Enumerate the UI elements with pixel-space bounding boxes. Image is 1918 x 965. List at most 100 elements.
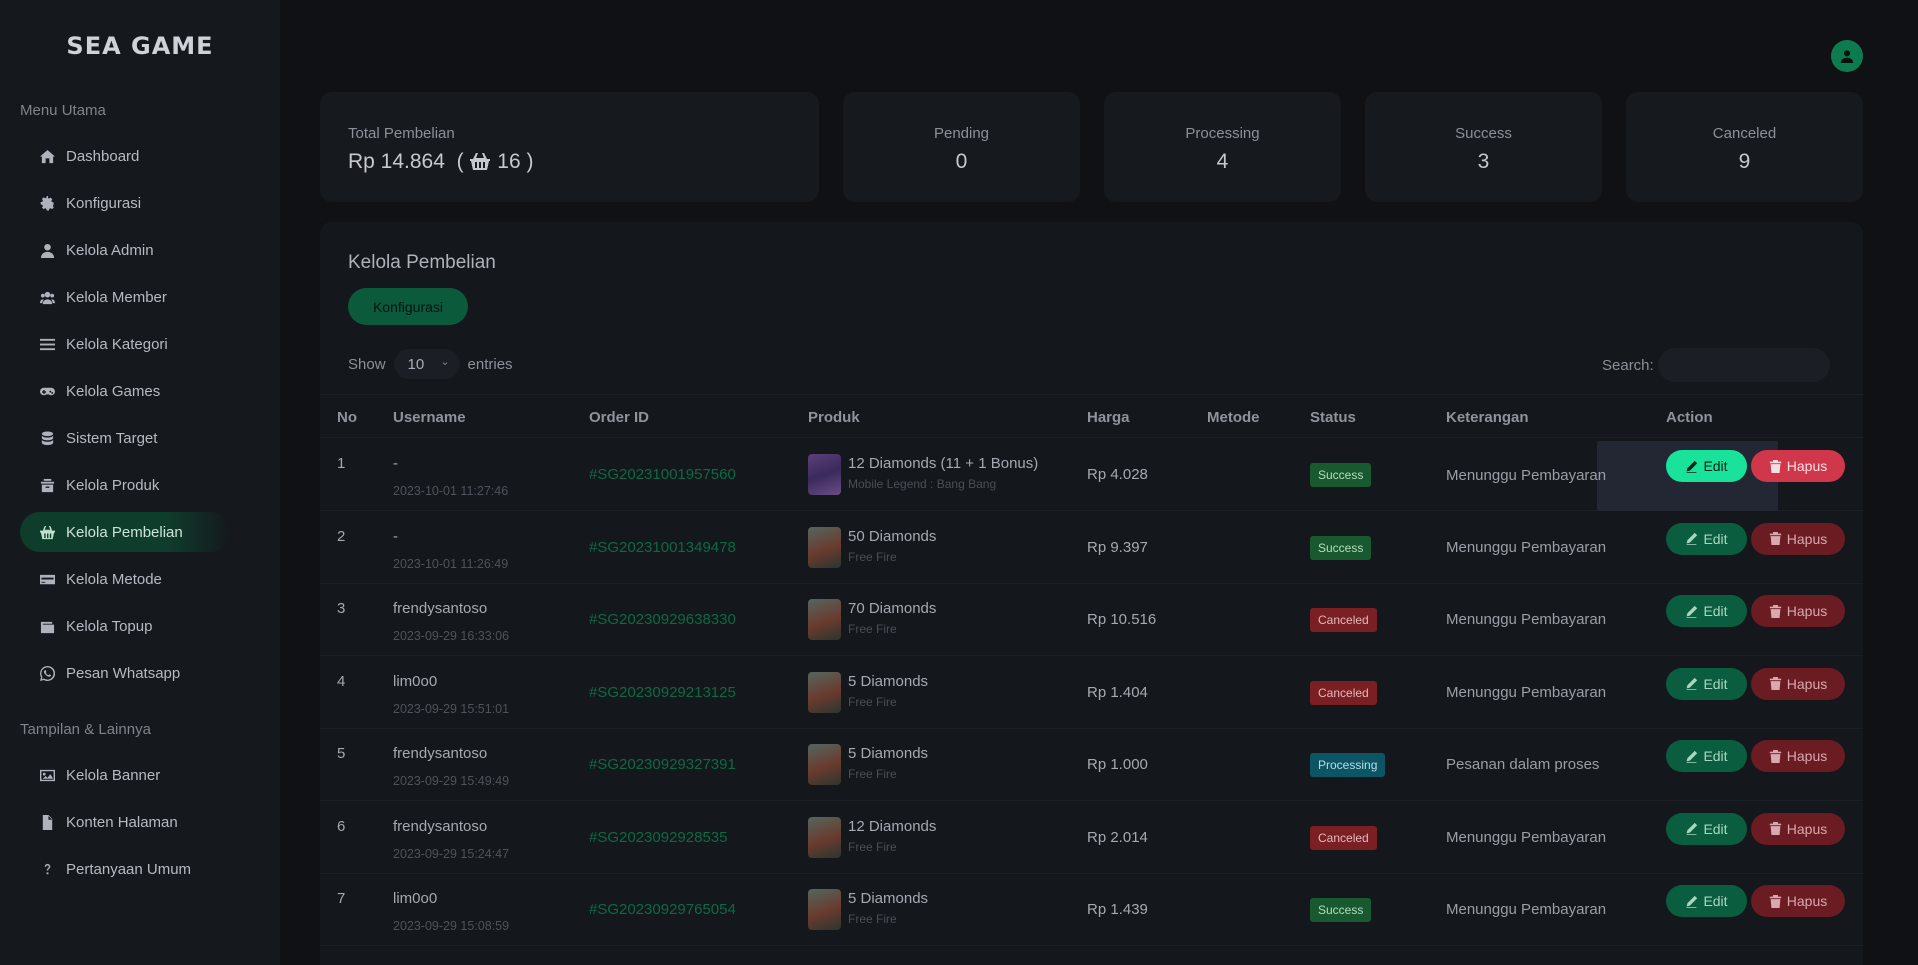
- price: Rp 4.028: [1087, 466, 1148, 483]
- sidebar-item-kelola-kategori[interactable]: Kelola Kategori: [20, 324, 230, 364]
- order-id-link[interactable]: #SG20231001349478: [589, 539, 736, 556]
- search-input[interactable]: [1657, 348, 1830, 382]
- delete-button[interactable]: Hapus: [1751, 450, 1845, 482]
- delete-label: Hapus: [1786, 458, 1828, 474]
- edit-button[interactable]: Edit: [1666, 740, 1747, 772]
- sidebar-item-pesan-whatsapp[interactable]: Pesan Whatsapp: [20, 653, 230, 693]
- delete-button[interactable]: Hapus: [1751, 522, 1845, 555]
- order-id-link[interactable]: #SG20230929765054: [589, 901, 736, 918]
- sidebar-item-kelola-member[interactable]: Kelola Member: [20, 277, 230, 317]
- order-note: Pesanan dalam proses: [1446, 756, 1600, 773]
- order-id-link[interactable]: #SG20230929638330: [589, 611, 736, 628]
- users-icon: [38, 289, 56, 305]
- delete-button[interactable]: Hapus: [1751, 595, 1845, 627]
- config-button[interactable]: Konfigurasi: [348, 288, 468, 325]
- sidebar-item-label: Pesan Whatsapp: [66, 664, 181, 682]
- column-header-order-id[interactable]: Order ID: [589, 409, 649, 426]
- order-note: Menunggu Pembayaran: [1446, 611, 1607, 628]
- table-header: No Username Order ID Produk Harga Metode…: [320, 394, 1863, 438]
- table-row: 5 frendysantoso 2023-09-29 15:49:49 #SG2023…: [320, 729, 1863, 801]
- edit-label: Edit: [1703, 748, 1728, 764]
- price: Rp 10.516: [1087, 611, 1157, 628]
- sidebar-item-label: Kelola Metode: [66, 570, 162, 588]
- sidebar-item-label: Konfigurasi: [66, 194, 142, 212]
- delete-button[interactable]: Hapus: [1751, 740, 1845, 772]
- order-date: 2023-10-01 11:27:46: [393, 484, 509, 498]
- trash-icon: [1769, 822, 1781, 835]
- column-header-method[interactable]: Metode: [1207, 409, 1260, 426]
- gamepad-icon: [38, 383, 56, 399]
- column-header-status[interactable]: Status: [1310, 409, 1356, 426]
- home-icon: [38, 148, 56, 164]
- product-category: Free Fire: [848, 549, 897, 564]
- edit-button[interactable]: Edit: [1666, 595, 1747, 627]
- order-id-link[interactable]: #SG20231001957560: [589, 466, 736, 483]
- sidebar-item-pertanyaan-umum[interactable]: Pertanyaan Umum: [20, 849, 230, 889]
- order-id-link[interactable]: #SG20230929213125: [589, 684, 736, 701]
- username: frendysantoso: [393, 817, 488, 835]
- sidebar-item-label: Konten Halaman: [66, 813, 178, 831]
- column-header-username[interactable]: Username: [393, 409, 466, 426]
- edit-button[interactable]: Edit: [1666, 450, 1747, 482]
- product-thumbnail: [808, 454, 841, 495]
- user-avatar-button[interactable]: [1831, 40, 1863, 72]
- gear-icon: [38, 195, 56, 211]
- edit-label: Edit: [1703, 893, 1728, 909]
- entries-select-value: 10: [407, 355, 425, 373]
- user-icon: [38, 242, 56, 258]
- edit-button[interactable]: Edit: [1666, 667, 1747, 700]
- username: frendysantoso: [393, 745, 488, 762]
- product-name: 5 Diamonds: [848, 745, 929, 762]
- sidebar-item-kelola-admin[interactable]: Kelola Admin: [20, 230, 230, 270]
- delete-button[interactable]: Hapus: [1751, 667, 1845, 700]
- table-search: Search:: [1602, 348, 1830, 382]
- chevron-down-icon: ⌄: [440, 356, 450, 368]
- sidebar-item-konfigurasi[interactable]: Konfigurasi: [20, 183, 230, 223]
- stat-label: Success: [1455, 125, 1512, 142]
- total-amount: Rp 14.864: [348, 150, 445, 173]
- delete-button[interactable]: Hapus: [1751, 812, 1845, 845]
- status-badge: Canceled: [1310, 680, 1377, 705]
- edit-button[interactable]: Edit: [1666, 522, 1747, 555]
- sidebar-item-label: Kelola Admin: [66, 241, 154, 259]
- order-date: 2023-09-29 15:51:01: [393, 701, 510, 716]
- stat-card-pending: Pending 0: [843, 92, 1080, 202]
- sidebar-item-kelola-games[interactable]: Kelola Games: [20, 371, 230, 411]
- sidebar-item-label: Kelola Topup: [66, 617, 153, 635]
- sidebar-item-kelola-metode[interactable]: Kelola Metode: [20, 559, 230, 599]
- order-note: Menunggu Pembayaran: [1446, 901, 1607, 918]
- order-id-link[interactable]: #SG2023092928535: [589, 829, 727, 846]
- open-paren: (: [450, 150, 464, 173]
- delete-label: Hapus: [1786, 603, 1828, 619]
- product-name: 5 Diamonds: [848, 672, 929, 690]
- sidebar-item-konten-halaman[interactable]: Konten Halaman: [20, 802, 230, 842]
- sidebar-item-kelola-banner[interactable]: Kelola Banner: [20, 755, 230, 795]
- column-header-no[interactable]: No: [337, 409, 357, 426]
- sidebar-item-dashboard[interactable]: Dashboard: [20, 136, 230, 176]
- row-number: 7: [337, 890, 346, 907]
- product-category: Free Fire: [848, 622, 897, 636]
- sidebar-item-label: Dashboard: [66, 147, 140, 165]
- table-row: 3 frendysantoso 2023-09-29 16:33:06 #SG2023…: [320, 584, 1863, 656]
- column-header-price[interactable]: Harga: [1087, 409, 1130, 426]
- column-header-note[interactable]: Keterangan: [1446, 409, 1529, 426]
- edit-button[interactable]: Edit: [1666, 812, 1747, 845]
- order-date: 2023-09-29 15:08:59: [393, 919, 510, 933]
- sidebar-item-kelola-produk[interactable]: Kelola Produk: [20, 465, 230, 505]
- product-thumbnail: [808, 671, 841, 713]
- status-badge: Success: [1310, 535, 1372, 560]
- product-name: 12 Diamonds (11 + 1 Bonus): [848, 455, 1039, 472]
- product-thumbnail: [808, 599, 841, 640]
- trash-icon: [1769, 677, 1781, 690]
- column-header-product[interactable]: Produk: [808, 409, 860, 426]
- sidebar-item-label: Kelola Pembelian: [66, 523, 183, 541]
- pencil-icon: [1687, 605, 1698, 618]
- delete-button[interactable]: Hapus: [1751, 885, 1845, 917]
- entries-select[interactable]: 10 ⌄: [393, 349, 460, 379]
- sidebar-item-kelola-topup[interactable]: Kelola Topup: [20, 606, 230, 646]
- sidebar-item-sistem-target[interactable]: Sistem Target: [20, 418, 230, 458]
- order-date: 2023-09-29 15:49:49: [393, 774, 510, 788]
- edit-button[interactable]: Edit: [1666, 885, 1747, 917]
- sidebar-item-kelola-pembelian[interactable]: Kelola Pembelian: [20, 512, 230, 552]
- order-id-link[interactable]: #SG20230929327391: [589, 756, 736, 773]
